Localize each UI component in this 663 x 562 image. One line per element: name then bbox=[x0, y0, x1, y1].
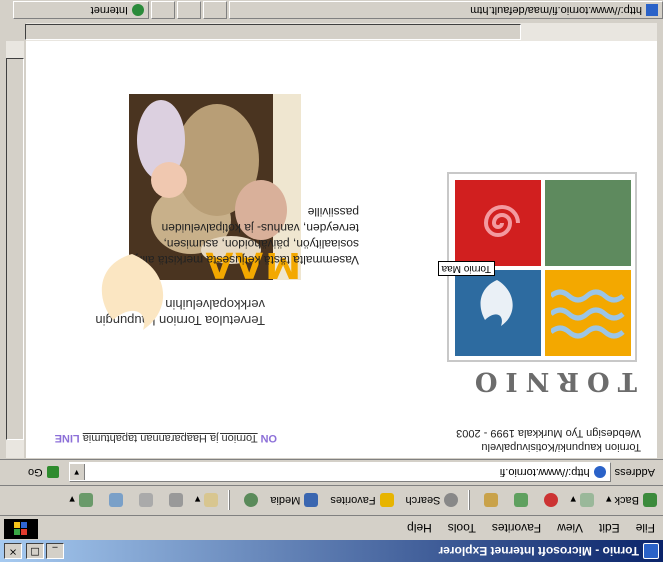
back-label: Back bbox=[614, 494, 639, 506]
online-on: ON bbox=[260, 432, 278, 444]
window-title: Tornio - Microsoft Internet Explorer bbox=[438, 544, 639, 558]
address-input[interactable]: http://www.tornio.fi ▼ bbox=[68, 462, 611, 482]
menu-help[interactable]: Help bbox=[399, 519, 440, 537]
horizontal-scrollbar[interactable] bbox=[25, 23, 657, 41]
mail-button[interactable]: ▾ bbox=[189, 489, 225, 511]
logo-waves-icon bbox=[551, 289, 625, 339]
star-icon bbox=[379, 493, 394, 507]
edit-icon bbox=[138, 493, 153, 507]
credit-line-1: Tornion kaupunki/Kotisivupalvelu bbox=[481, 441, 641, 453]
search-button[interactable]: Search bbox=[400, 489, 465, 511]
title-bar: Tornio - Microsoft Internet Explorer _ □… bbox=[0, 540, 663, 562]
credit-text: Tornion kaupunki/Kotisivupalvelu Webdesi… bbox=[421, 426, 641, 454]
menu-file[interactable]: File bbox=[628, 519, 663, 537]
logo-swirl-icon bbox=[483, 205, 520, 237]
media-icon bbox=[304, 493, 319, 507]
back-button[interactable]: Back ▾ bbox=[600, 489, 663, 511]
logo-green-quadrant bbox=[545, 180, 631, 266]
status-url-pane: http://www.tornio.fi/maa/default.htm bbox=[229, 1, 663, 20]
print-icon bbox=[168, 493, 183, 507]
globe-icon bbox=[132, 4, 144, 17]
home-icon bbox=[484, 493, 499, 507]
online-line: LINE bbox=[54, 432, 80, 444]
history-button[interactable] bbox=[234, 489, 264, 511]
page-icon bbox=[646, 4, 658, 17]
close-button[interactable]: × bbox=[4, 543, 22, 559]
windows-logo-icon bbox=[4, 519, 38, 539]
forward-arrow-icon bbox=[579, 493, 594, 507]
refresh-button[interactable] bbox=[504, 489, 534, 511]
menu-edit[interactable]: Edit bbox=[591, 519, 628, 537]
address-dropdown-button[interactable]: ▼ bbox=[69, 464, 85, 480]
logo-tooltip: Tornio Maa bbox=[437, 261, 495, 276]
search-icon bbox=[444, 493, 459, 507]
favorites-button[interactable]: Favorites bbox=[324, 489, 399, 511]
mail-icon bbox=[204, 493, 219, 507]
discuss-icon bbox=[108, 493, 123, 507]
menu-tools[interactable]: Tools bbox=[440, 519, 484, 537]
media-button[interactable]: Media bbox=[264, 489, 324, 511]
status-zone: Internet bbox=[90, 4, 128, 17]
print-button[interactable] bbox=[159, 489, 189, 511]
status-zone-pane: Internet bbox=[13, 1, 149, 20]
address-label: Address bbox=[614, 466, 655, 478]
address-url: http://www.tornio.fi bbox=[499, 466, 590, 478]
maximize-button[interactable]: □ bbox=[26, 543, 44, 559]
toolbar-separator bbox=[468, 490, 471, 510]
discuss-button[interactable] bbox=[99, 489, 129, 511]
brand-title: TORNIO bbox=[466, 366, 637, 396]
page-icon bbox=[593, 466, 606, 478]
forward-button[interactable]: ▾ bbox=[564, 489, 600, 511]
messenger-button[interactable]: ▾ bbox=[63, 489, 99, 511]
go-label: Go bbox=[27, 466, 43, 478]
status-bar: http://www.tornio.fi/maa/default.htm Int… bbox=[0, 0, 663, 21]
vertical-scrollbar[interactable] bbox=[6, 41, 24, 458]
menu-bar: File Edit View Favorites Tools Help bbox=[0, 515, 663, 540]
standard-toolbar: Back ▾ ▾ Search Favorites Media ▾ ▾ bbox=[0, 485, 663, 514]
history-icon bbox=[244, 493, 259, 507]
back-arrow-icon bbox=[643, 493, 657, 507]
media-label: Media bbox=[270, 494, 301, 506]
go-arrow-icon bbox=[46, 466, 59, 478]
stop-button[interactable] bbox=[534, 489, 564, 511]
edit-button[interactable] bbox=[129, 489, 159, 511]
minimize-button[interactable]: _ bbox=[46, 543, 64, 559]
go-button[interactable]: Go bbox=[28, 466, 59, 478]
favorites-label: Favorites bbox=[330, 494, 376, 506]
page-content: Tornion kaupunki/Kotisivupalvelu Webdesi… bbox=[26, 41, 657, 458]
faded-flame-watermark bbox=[101, 254, 164, 330]
messenger-icon bbox=[78, 493, 93, 507]
toolbar-separator bbox=[228, 490, 231, 510]
status-pane bbox=[177, 1, 201, 20]
logo-flame-icon bbox=[480, 280, 513, 326]
ie-icon bbox=[643, 543, 659, 559]
online-events-text: Tornion ja Haaparannan tapahtumia bbox=[82, 432, 258, 444]
horizontal-scroll-thumb[interactable] bbox=[25, 24, 521, 40]
status-pane bbox=[203, 1, 227, 20]
menu-favorites[interactable]: Favorites bbox=[484, 519, 549, 537]
refresh-icon bbox=[514, 493, 529, 507]
online-events-link[interactable]: ON Tornion ja Haaparannan tapahtumia LIN… bbox=[26, 432, 277, 444]
search-label: Search bbox=[405, 494, 441, 506]
status-pane bbox=[151, 1, 175, 20]
status-url: http://www.tornio.fi/maa/default.htm bbox=[470, 4, 642, 17]
address-bar: Address http://www.tornio.fi ▼ Go bbox=[0, 459, 663, 484]
home-button[interactable] bbox=[474, 489, 504, 511]
menu-view[interactable]: View bbox=[549, 519, 591, 537]
stop-icon bbox=[544, 493, 559, 507]
credit-line-2: Webdesign Tyo Murkkala 1999 - 2003 bbox=[456, 427, 641, 439]
vertical-scroll-thumb[interactable] bbox=[6, 58, 24, 440]
browser-window: Tornio - Microsoft Internet Explorer _ □… bbox=[0, 0, 663, 562]
